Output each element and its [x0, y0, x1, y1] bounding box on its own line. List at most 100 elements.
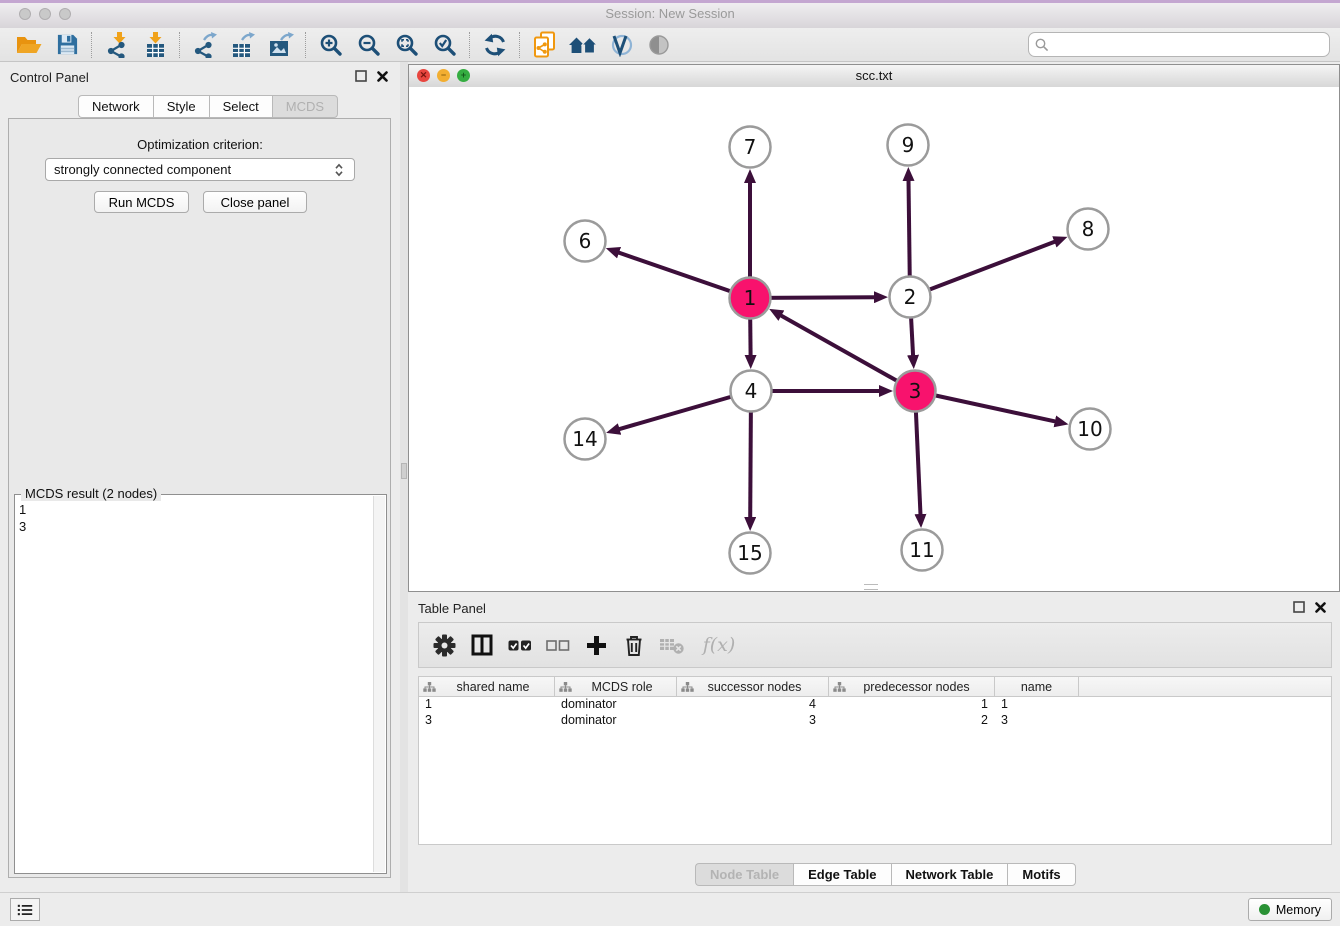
fx-label: f(x) [703, 634, 736, 656]
criterion-dropdown[interactable]: strongly connected component [45, 158, 355, 181]
function-builder-icon[interactable]: f(x) [693, 628, 745, 662]
splitter-grip[interactable] [401, 463, 407, 479]
graph-edge [781, 315, 916, 391]
svg-text:2: 2 [904, 285, 917, 309]
task-history-button[interactable] [10, 898, 40, 921]
run-mcds-button[interactable]: Run MCDS [94, 191, 189, 213]
app-title: Session: New Session [0, 6, 1340, 21]
cell-predecessor-nodes: 2 [829, 713, 995, 729]
table-row[interactable]: 3 dominator 3 2 3 [419, 713, 1331, 729]
select-all-checkboxes-icon[interactable] [503, 628, 537, 662]
network-window-title-bar[interactable]: ✕ − + scc.txt [409, 65, 1339, 88]
settings-gear-icon[interactable] [427, 628, 461, 662]
mcds-result-text[interactable]: 1 3 [19, 501, 372, 869]
toolbar-separator [91, 32, 93, 58]
zoom-selected-icon[interactable] [426, 30, 464, 60]
zoom-in-icon[interactable] [312, 30, 350, 60]
graph-node[interactable]: 6 [565, 221, 606, 262]
column-header-predecessor-nodes[interactable]: predecessor nodes [829, 677, 995, 696]
float-panel-icon[interactable] [355, 70, 367, 82]
column-header-name[interactable]: name [995, 677, 1079, 696]
close-panel-icon[interactable] [377, 71, 388, 82]
network-canvas[interactable]: 7 9 6 8 1 2 4 3 14 10 15 11 [409, 87, 1339, 591]
import-network-icon[interactable] [98, 30, 136, 60]
graph-node[interactable]: 10 [1070, 409, 1111, 450]
search-input[interactable] [1053, 36, 1323, 53]
graph-node[interactable]: 9 [888, 125, 929, 166]
tab-edge-table[interactable]: Edge Table [793, 863, 890, 886]
tab-motifs[interactable]: Motifs [1007, 863, 1075, 886]
svg-text:15: 15 [737, 541, 762, 565]
cell-predecessor-nodes: 1 [829, 697, 995, 713]
tab-network[interactable]: Network [78, 95, 153, 118]
svg-text:8: 8 [1082, 217, 1095, 241]
show-column-icon[interactable] [465, 628, 499, 662]
graph-node[interactable]: 2 [890, 277, 931, 318]
show-graphics-details-icon[interactable] [602, 30, 640, 60]
toolbar-separator [469, 32, 471, 58]
network-window-title: scc.txt [409, 68, 1339, 83]
graph-node[interactable]: 1 [730, 278, 771, 319]
tab-network-table[interactable]: Network Table [891, 863, 1008, 886]
search-box [1028, 32, 1330, 57]
control-panel: Control Panel Network Style Select MCDS … [0, 62, 400, 892]
tab-mcds[interactable]: MCDS [272, 95, 338, 118]
deselect-all-checkboxes-icon[interactable] [541, 628, 575, 662]
toolbar-separator [179, 32, 181, 58]
tab-style[interactable]: Style [153, 95, 209, 118]
graph-node[interactable]: 4 [731, 371, 772, 412]
graph-node[interactable]: 11 [902, 530, 943, 571]
graph-node[interactable]: 7 [730, 127, 771, 168]
first-neighbors-icon[interactable] [564, 30, 602, 60]
graph-edge [910, 242, 1055, 298]
graph-node[interactable]: 15 [730, 533, 771, 574]
svg-text:6: 6 [579, 229, 592, 253]
title-accent-strip [0, 0, 1340, 3]
criterion-value: strongly connected component [54, 162, 231, 177]
result-scrollbar[interactable] [373, 496, 385, 872]
tab-node-table[interactable]: Node Table [695, 863, 793, 886]
import-table-icon[interactable] [136, 30, 174, 60]
column-header-shared-name[interactable]: shared name [419, 677, 555, 696]
graph-node[interactable]: 3 [895, 371, 936, 412]
delete-column-icon[interactable] [617, 628, 651, 662]
main-toolbar [0, 28, 1340, 62]
zoom-out-icon[interactable] [350, 30, 388, 60]
zoom-fit-icon[interactable] [388, 30, 426, 60]
export-image-icon[interactable] [262, 30, 300, 60]
table-row[interactable]: 1 dominator 4 1 1 [419, 697, 1331, 713]
toolbar-separator [519, 32, 521, 58]
close-panel-button[interactable]: Close panel [203, 191, 307, 213]
apply-preferred-layout-icon[interactable] [476, 30, 514, 60]
memory-status-dot [1259, 904, 1270, 915]
graph-node[interactable]: 8 [1068, 209, 1109, 250]
canvas-resize-grip[interactable] [864, 584, 878, 590]
mcds-result-box: MCDS result (2 nodes) 1 3 [14, 494, 387, 874]
open-file-icon[interactable] [10, 30, 48, 60]
column-header-mcds-role[interactable]: MCDS role [555, 677, 677, 696]
result-line: 3 [19, 518, 372, 535]
search-icon [1035, 38, 1049, 52]
svg-text:3: 3 [909, 379, 922, 403]
cell-mcds-role: dominator [555, 713, 677, 729]
cell-successor-nodes: 3 [677, 713, 829, 729]
float-panel-icon[interactable] [1293, 601, 1305, 613]
cell-name: 3 [995, 713, 1079, 729]
close-panel-icon[interactable] [1315, 602, 1326, 613]
save-session-icon[interactable] [48, 30, 86, 60]
network-view-window: ✕ − + scc.txt 7 9 6 8 1 2 4 3 14 10 15 11 [408, 64, 1340, 592]
add-column-icon[interactable] [579, 628, 613, 662]
network-graph[interactable]: 7 9 6 8 1 2 4 3 14 10 15 11 [409, 87, 1339, 591]
hide-graphics-details-icon[interactable] [640, 30, 678, 60]
node-table[interactable]: shared name MCDS role successor nodes pr… [418, 676, 1332, 845]
memory-button[interactable]: Memory [1248, 898, 1332, 921]
column-header-successor-nodes[interactable]: successor nodes [677, 677, 829, 696]
new-network-from-selection-icon[interactable] [526, 30, 564, 60]
tab-select[interactable]: Select [209, 95, 272, 118]
table-toolbar: f(x) [418, 622, 1332, 668]
svg-text:1: 1 [744, 286, 757, 310]
graph-node[interactable]: 14 [565, 419, 606, 460]
delete-table-icon[interactable] [655, 628, 689, 662]
export-table-icon[interactable] [224, 30, 262, 60]
export-network-icon[interactable] [186, 30, 224, 60]
